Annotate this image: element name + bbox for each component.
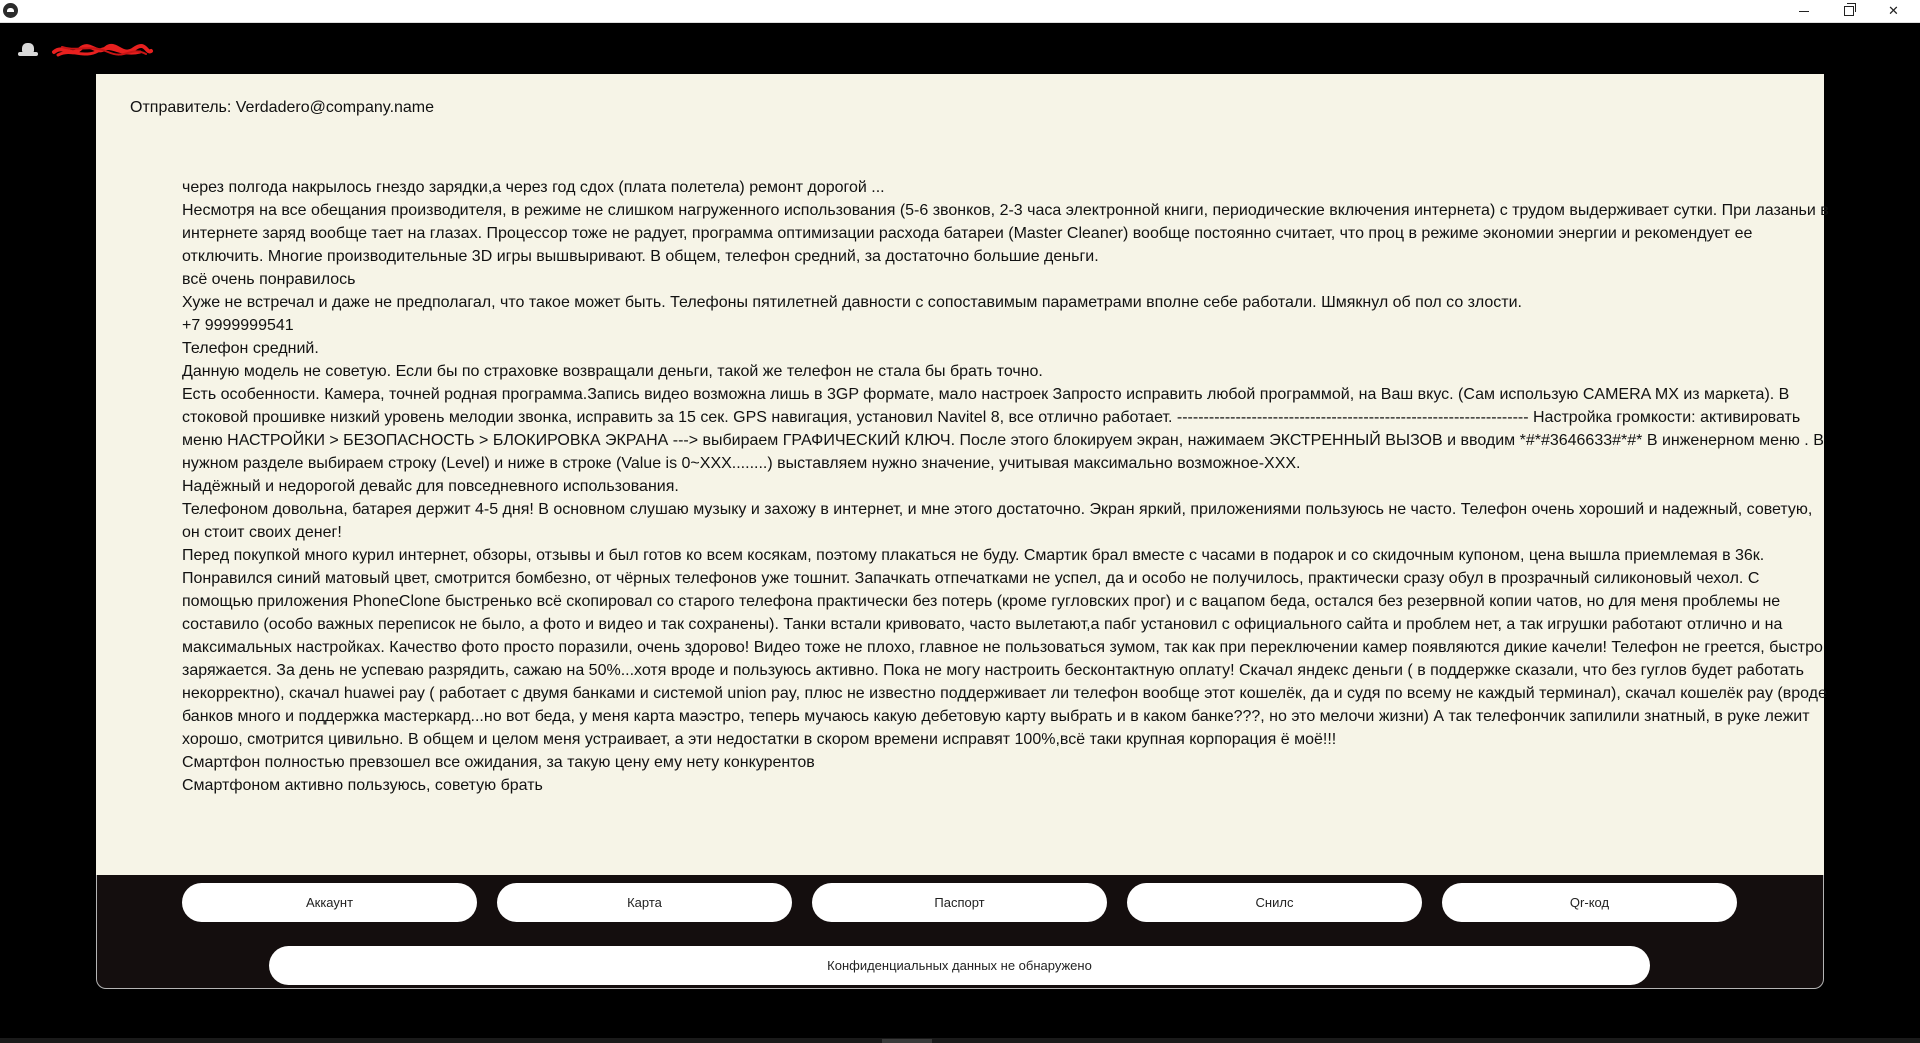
close-button[interactable]: ✕ <box>1871 0 1916 22</box>
review-item: Есть особенности. Камера, точней родная … <box>182 386 1824 472</box>
review-item: +7 9999999541 <box>182 317 294 334</box>
review-item: Перед покупкой много курил интернет, обз… <box>182 547 1827 748</box>
action-panel: Аккаунт Карта Паспорт Снилс Qr-код Конфи… <box>96 875 1824 989</box>
review-item: Телефоном довольна, батарея держит 4-5 д… <box>182 501 1813 541</box>
close-icon: ✕ <box>1888 3 1899 19</box>
card-button[interactable]: Карта <box>497 883 792 922</box>
review-item: Данную модель не советую. Если бы по стр… <box>182 363 1043 380</box>
minimize-icon <box>1798 10 1809 12</box>
scribbled-logo-icon <box>52 43 153 57</box>
passport-button[interactable]: Паспорт <box>812 883 1107 922</box>
maximize-button[interactable] <box>1826 0 1871 22</box>
review-list: через полгода накрылось гнездо зарядки,а… <box>182 176 1832 797</box>
review-item: Телефон средний. <box>182 340 319 357</box>
review-item: Смартфон полностью превзошел все ожидани… <box>182 754 815 771</box>
review-item: через полгода накрылось гнездо зарядки,а… <box>182 179 885 196</box>
bottom-strip <box>0 1038 1920 1043</box>
restore-icon <box>1843 3 1856 16</box>
review-item: Надёжный и недорогой девайс для повседне… <box>182 478 679 495</box>
status-bar: Конфиденциальных данных не обнаружено <box>269 946 1650 985</box>
message-panel: Отправитель: Verdadero@company.name чере… <box>96 74 1829 875</box>
qr-code-button[interactable]: Qr-код <box>1442 883 1737 922</box>
sender-line: Отправитель: Verdadero@company.name <box>130 99 435 116</box>
review-item: Хуже не встречал и даже не предполагал, … <box>182 294 1522 311</box>
bottom-handle[interactable] <box>882 1039 932 1043</box>
app-header <box>0 23 1920 73</box>
review-item: Смартфоном активно пользуюсь, советую бр… <box>182 777 543 794</box>
account-button[interactable]: Аккаунт <box>182 883 477 922</box>
app-icon <box>3 3 18 18</box>
review-item: Несмотря на все обещания производителя, … <box>182 202 1829 265</box>
snils-button[interactable]: Снилс <box>1127 883 1422 922</box>
minimize-button[interactable] <box>1781 0 1826 22</box>
hat-icon <box>18 43 38 57</box>
review-item: всё очень понравилось <box>182 271 356 288</box>
window-titlebar: ✕ <box>0 0 1920 23</box>
